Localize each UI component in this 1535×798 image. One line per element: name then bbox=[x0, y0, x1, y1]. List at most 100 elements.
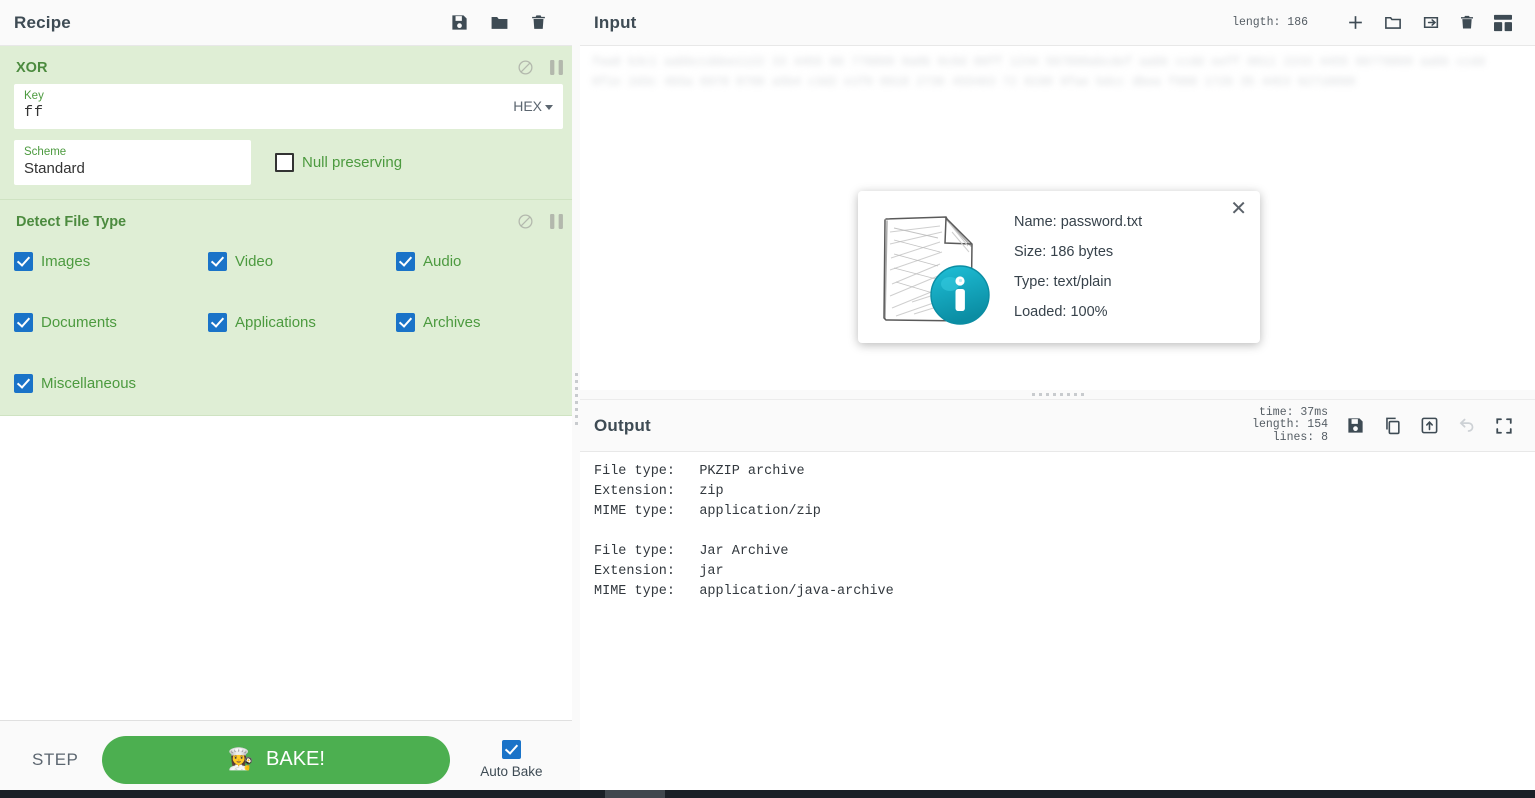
cyberchef-app: Recipe XOR Key ff HEX Scheme Standard Nu… bbox=[0, 0, 1535, 798]
file-info-sketch-icon bbox=[872, 202, 998, 333]
save-output-icon[interactable] bbox=[1346, 416, 1365, 435]
operation-controls bbox=[517, 59, 563, 76]
checkbox-checked-icon bbox=[396, 252, 415, 271]
chevron-down-icon bbox=[545, 104, 553, 110]
input-pane: Input length: 186 fea8 b3c1 aabbccddee11… bbox=[580, 0, 1535, 390]
detect-file-type-options: Images Video Audio Documents Application… bbox=[0, 238, 577, 415]
checkbox-checked-icon bbox=[14, 313, 33, 332]
maximise-output-icon[interactable] bbox=[1495, 417, 1513, 435]
checkbox-checked-icon bbox=[208, 313, 227, 332]
operation-name: XOR bbox=[16, 59, 48, 76]
checkbox-checked-icon bbox=[501, 740, 521, 759]
operation-title-row: Detect File Type bbox=[0, 200, 577, 238]
recipe-operation-list[interactable]: XOR Key ff HEX Scheme Standard Null pres… bbox=[0, 46, 577, 720]
input-title: Input bbox=[594, 12, 637, 32]
detect-option-label: Video bbox=[235, 253, 274, 270]
open-file-icon[interactable] bbox=[1383, 13, 1403, 32]
status-bar bbox=[0, 790, 1535, 798]
checkbox-checked-icon bbox=[396, 313, 415, 332]
undo-bake-icon[interactable] bbox=[1457, 416, 1477, 435]
file-size: Size: 186 bytes bbox=[1014, 244, 1114, 260]
recipe-operation-xor[interactable]: XOR Key ff HEX Scheme Standard Null pres… bbox=[0, 46, 577, 200]
input-textarea[interactable]: fea8 b3c1 aabbccddee1122 33 4455 66 7788… bbox=[580, 46, 1535, 390]
output-content[interactable]: File type: PKZIP archive Extension: zip … bbox=[580, 452, 1535, 790]
xor-key-format-dropdown[interactable]: HEX bbox=[505, 98, 553, 114]
file-details-card: ✕ Name: password.txt Size: 186 bytes Typ… bbox=[858, 191, 1260, 343]
detect-option-label: Audio bbox=[423, 253, 462, 270]
operation-controls bbox=[517, 213, 563, 230]
input-toolbar: length: 186 bbox=[1232, 13, 1521, 32]
output-stats: time: 37ms length: 154 lines: 8 bbox=[1252, 406, 1328, 445]
recipe-title: Recipe bbox=[14, 12, 71, 32]
auto-bake-label: Auto Bake bbox=[480, 764, 543, 779]
replace-input-icon[interactable] bbox=[1420, 416, 1439, 435]
copy-output-icon[interactable] bbox=[1383, 416, 1402, 435]
detect-option-label: Miscellaneous bbox=[41, 375, 137, 392]
reset-pane-layout-icon[interactable] bbox=[1493, 14, 1513, 32]
detect-option-applications[interactable]: Applications bbox=[208, 313, 396, 332]
checkbox-checked-icon bbox=[208, 252, 227, 271]
recipe-pane: Recipe XOR Key ff HEX Scheme Standard Nu… bbox=[0, 0, 578, 798]
operation-name: Detect File Type bbox=[16, 213, 127, 230]
recipe-operation-detect-file-type[interactable]: Detect File Type Images Video Audio Docu… bbox=[0, 200, 577, 416]
file-loaded-progress: Loaded: 100% bbox=[1014, 304, 1108, 320]
clear-recipe-icon[interactable] bbox=[530, 13, 547, 32]
operation-arguments: Key ff HEX Scheme Standard Null preservi… bbox=[0, 84, 577, 185]
xor-key-value[interactable]: ff bbox=[24, 104, 44, 121]
output-pane: Output time: 37ms length: 154 lines: 8 F… bbox=[580, 399, 1535, 790]
xor-null-preserving-checkbox[interactable]: Null preserving bbox=[275, 153, 402, 172]
xor-scheme-row: Scheme Standard Null preserving bbox=[14, 140, 563, 185]
input-header: Input length: 186 bbox=[580, 0, 1535, 46]
checkbox-checked-icon bbox=[14, 374, 33, 393]
output-lines: lines: 8 bbox=[1272, 430, 1328, 444]
step-button[interactable]: STEP bbox=[22, 744, 88, 776]
xor-key-field[interactable]: Key ff HEX bbox=[14, 84, 563, 129]
load-recipe-icon[interactable] bbox=[489, 13, 510, 32]
close-icon[interactable]: ✕ bbox=[1230, 199, 1247, 219]
xor-key-label: Key bbox=[24, 90, 44, 102]
pause-operation-icon[interactable] bbox=[550, 214, 563, 229]
output-toolbar bbox=[1346, 416, 1521, 435]
xor-key-input-col: Key ff bbox=[24, 90, 505, 122]
output-header: Output time: 37ms length: 154 lines: 8 bbox=[580, 400, 1535, 452]
chef-icon: 👩‍🍳 bbox=[227, 748, 255, 771]
detect-option-archives[interactable]: Archives bbox=[396, 313, 563, 332]
vertical-pane-splitter[interactable] bbox=[572, 0, 580, 798]
status-bar-segment bbox=[605, 790, 665, 798]
auto-bake-checkbox[interactable]: Auto Bake bbox=[474, 740, 548, 779]
disable-operation-icon[interactable] bbox=[517, 59, 534, 76]
xor-key-format-value: HEX bbox=[513, 98, 542, 114]
recipe-header-icons bbox=[450, 13, 563, 32]
output-title: Output bbox=[594, 415, 651, 435]
bake-button[interactable]: 👩‍🍳 BAKE! bbox=[102, 735, 451, 784]
file-details-text: Name: password.txt Size: 186 bytes Type:… bbox=[1014, 207, 1142, 327]
save-recipe-icon[interactable] bbox=[450, 13, 469, 32]
xor-scheme-field[interactable]: Scheme Standard bbox=[14, 140, 251, 185]
pause-operation-icon[interactable] bbox=[550, 60, 563, 75]
detect-option-images[interactable]: Images bbox=[14, 252, 208, 271]
horizontal-pane-splitter[interactable] bbox=[580, 390, 1535, 399]
xor-scheme-value[interactable]: Standard bbox=[24, 160, 85, 177]
xor-null-preserving-label: Null preserving bbox=[302, 154, 403, 171]
detect-option-label: Applications bbox=[235, 314, 316, 331]
bake-button-label: BAKE! bbox=[266, 748, 325, 770]
input-loaded-file-preview: fea8 b3c1 aabbccddee1122 33 4455 66 7788… bbox=[592, 55, 1485, 89]
clear-input-icon[interactable] bbox=[1459, 13, 1475, 32]
open-folder-icon[interactable] bbox=[1421, 13, 1441, 32]
splitter-grip bbox=[1031, 393, 1084, 396]
detect-option-label: Images bbox=[41, 253, 91, 270]
add-input-tab-icon[interactable] bbox=[1346, 13, 1365, 32]
file-name: Name: password.txt bbox=[1014, 214, 1143, 230]
recipe-controls: STEP 👩‍🍳 BAKE! Auto Bake bbox=[0, 720, 577, 798]
detect-option-audio[interactable]: Audio bbox=[396, 252, 563, 271]
checkbox-unchecked-icon bbox=[275, 153, 294, 172]
xor-scheme-label: Scheme bbox=[24, 146, 67, 158]
detect-option-video[interactable]: Video bbox=[208, 252, 396, 271]
disable-operation-icon[interactable] bbox=[517, 213, 534, 230]
xor-scheme-col: Scheme Standard bbox=[24, 146, 241, 178]
detect-option-label: Archives bbox=[423, 314, 481, 331]
input-length-label: length: 186 bbox=[1232, 16, 1308, 29]
detect-option-miscellaneous[interactable]: Miscellaneous bbox=[14, 374, 208, 393]
recipe-header: Recipe bbox=[0, 0, 577, 46]
detect-option-documents[interactable]: Documents bbox=[14, 313, 208, 332]
